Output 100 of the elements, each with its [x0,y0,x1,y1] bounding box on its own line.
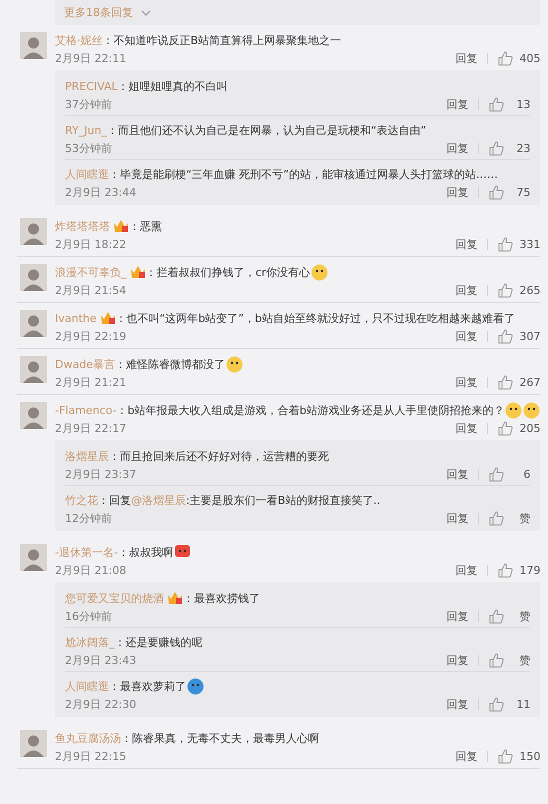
username-link[interactable]: 鱼丸豆腐汤汤 [55,730,121,746]
like-count: 6 [522,468,530,480]
mention-link[interactable]: @洛熠星辰 [131,492,186,508]
thumbs-up-icon[interactable] [498,50,514,66]
timestamp: 2月9日 23:37 [65,466,136,482]
timestamp: 2月9日 21:21 [55,374,126,390]
avatar[interactable] [20,544,47,571]
like-count: 179 [519,564,540,576]
comment-text: ：不知道咋说反正B站简直算得上网暴聚集地之一 [102,32,342,48]
avatar[interactable] [20,310,47,337]
reply-link[interactable]: 回复 [446,140,468,156]
timestamp: 16分钟前 [65,608,112,624]
timestamp: 2月9日 23:43 [65,652,136,668]
comment-text: ：也不叫“这两年b站变了”，b站自始至终就没好过，只不过现在吃相越来越难看了 [116,310,515,326]
comment-text: ：恶熏 [129,218,162,234]
like-count: 13 [515,98,530,110]
thumbs-up-icon[interactable] [489,140,504,156]
username-link[interactable]: Dwade暴言 [55,356,115,372]
timestamp: 2月9日 22:15 [55,748,126,764]
username-link[interactable]: 浪漫不可辜负_ [55,264,126,280]
thumbs-up-icon[interactable] [489,652,504,668]
chevron-down-icon [141,10,151,16]
like-count: 赞 [518,608,530,624]
thumbs-up-icon[interactable] [498,236,514,252]
emoji-icon [505,402,522,418]
thumbs-up-icon[interactable] [498,328,514,344]
reply-link[interactable]: 回复 [455,282,478,298]
thumbs-up-icon[interactable] [498,420,514,436]
emoji-icon [311,264,328,280]
username-link[interactable]: 人间瞎逛 [65,678,109,694]
reply-link[interactable]: 回复 [446,652,468,668]
thumbs-up-icon[interactable] [489,466,504,482]
thumbs-up-icon[interactable] [498,748,514,764]
timestamp: 2月9日 18:22 [55,236,126,252]
thumbs-up-icon[interactable] [489,96,504,112]
avatar[interactable] [20,218,47,245]
thumbs-up-icon[interactable] [498,374,514,390]
reply-link[interactable]: 回复 [446,696,468,712]
avatar[interactable] [20,402,47,429]
reply-text: ：而且抢回来后还不好好对待，运营糟的要死 [109,448,329,464]
reply-link[interactable]: 回复 [446,184,468,200]
timestamp: 2月9日 22:19 [55,328,126,344]
reply-link[interactable]: 回复 [446,466,468,482]
like-count: 赞 [518,652,530,668]
like-count: 75 [515,186,530,198]
reply-link[interactable]: 回复 [455,748,478,764]
like-count: 赞 [518,510,530,526]
thumbs-up-icon[interactable] [489,608,504,624]
emoji-icon [226,356,243,372]
username-link[interactable]: 炸塔塔塔塔 [55,218,110,234]
username-link[interactable]: -退休第一名- [55,544,118,560]
reply-link[interactable]: 回复 [455,236,478,252]
like-count: 307 [519,330,540,342]
reply-link[interactable]: 回复 [455,420,478,436]
timestamp: 2月9日 21:08 [55,562,126,578]
reply-link[interactable]: 回复 [446,96,468,112]
comment-text: ：难怪陈睿微博都没了 [114,356,225,372]
username-link[interactable]: 人间瞎逛 [65,166,109,182]
like-count: 150 [519,750,540,762]
username-link[interactable]: 您可爱又宝贝的烧酒 [65,590,164,606]
emoji-icon [187,678,204,694]
username-link[interactable]: 竹之花 [65,492,98,508]
reply-text: ：回复 [98,492,131,508]
thumbs-up-icon[interactable] [489,184,504,200]
username-link[interactable]: RY_Jun_ [65,124,107,136]
timestamp: 53分钟前 [65,140,112,156]
timestamp: 37分钟前 [65,96,112,112]
reply-link[interactable]: 回复 [446,608,468,624]
timestamp: 2月9日 23:44 [65,184,136,200]
reply-text: ：毕竟是能刷梗“三年血赚 死刑不亏”的站，能审核通过网暴人头打篮球的站…… [109,166,498,182]
reply-link[interactable]: 回复 [455,374,478,390]
username-link[interactable]: 尬冰阔落_ [65,634,114,650]
like-count: 405 [519,52,540,64]
comment-text: ：b站年报最大收入组成是游戏，合着b站游戏业务还是从人手里使阴招抢来的？ [116,402,504,418]
thumbs-up-icon[interactable] [498,282,514,298]
timestamp: 12分钟前 [65,510,112,526]
like-count: 11 [515,698,530,710]
thumbs-up-icon[interactable] [489,696,504,712]
username-link[interactable]: -Flamenco- [55,404,116,416]
thumbs-up-icon[interactable] [498,562,514,578]
reply-link[interactable]: 回复 [455,562,478,578]
avatar[interactable] [20,356,47,383]
more-replies-link[interactable]: 更多18条回复 [64,5,151,20]
reply-text: ：还是要赚钱的呢 [114,634,202,648]
thumbs-up-icon[interactable] [489,510,504,526]
username-link[interactable]: Ivanthe [55,312,97,324]
reply-link[interactable]: 回复 [455,50,478,66]
reply-text: :主要是股东们一看B站的财报直接笑了.. [186,492,380,508]
reply-link[interactable]: 回复 [455,328,478,344]
avatar[interactable] [20,264,47,291]
username-link[interactable]: PRECIVAL [65,80,118,92]
timestamp: 2月9日 22:17 [55,420,126,436]
avatar[interactable] [20,32,47,59]
username-link[interactable]: 洛熠星辰 [65,448,109,464]
username-link[interactable]: 艾格·妮丝 [55,32,102,48]
timestamp: 2月9日 22:30 [65,696,136,712]
reply-link[interactable]: 回复 [446,510,468,526]
reply-text: ：最喜欢捞钱了 [183,590,260,606]
like-count: 331 [519,238,540,250]
avatar[interactable] [20,730,47,757]
